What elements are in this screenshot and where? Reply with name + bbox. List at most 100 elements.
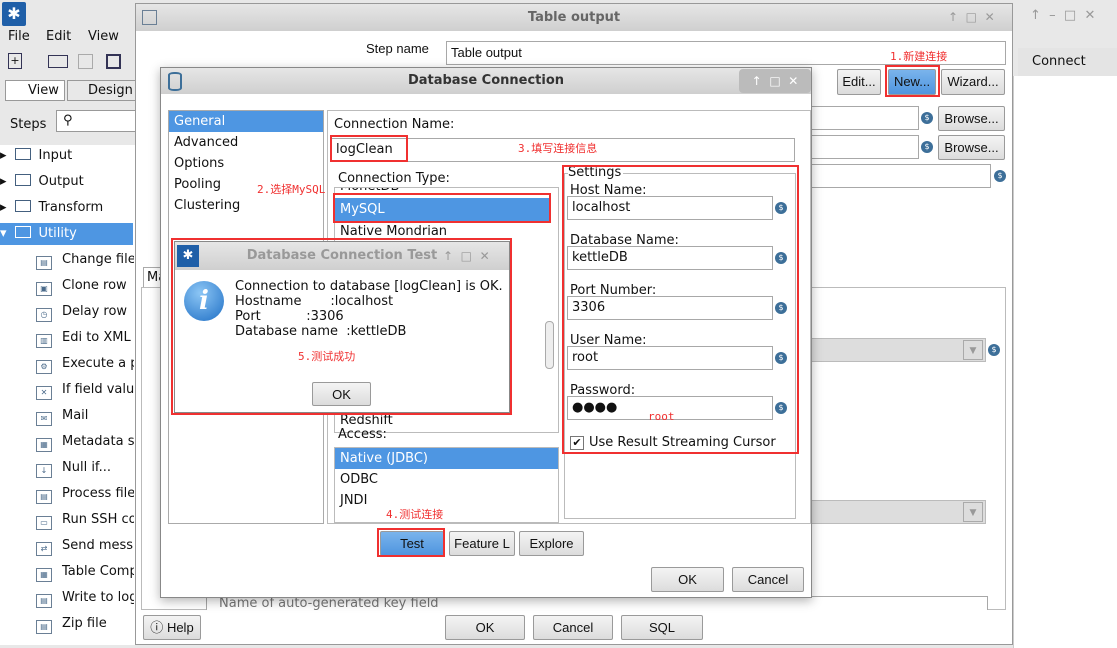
utility-step-item[interactable]: ▤ Write to log bbox=[36, 587, 134, 609]
variable-icon[interactable]: $ bbox=[988, 344, 1000, 356]
ok-button[interactable]: OK bbox=[445, 615, 525, 640]
utility-step-item[interactable]: ⇄ Send mess bbox=[36, 535, 134, 557]
access-item[interactable]: Native (JDBC) bbox=[335, 448, 558, 469]
folder-icon bbox=[14, 174, 31, 186]
connection-type-scrollbar[interactable] bbox=[545, 321, 554, 369]
tab-connect[interactable]: Connect bbox=[1018, 48, 1117, 76]
step-icon: ▦ bbox=[36, 568, 52, 582]
explorer-icon[interactable] bbox=[78, 54, 93, 69]
utility-step-item[interactable]: ▤ Zip file bbox=[36, 613, 134, 635]
commit-size-input[interactable] bbox=[786, 164, 991, 188]
step-label: Process file bbox=[62, 486, 134, 501]
annotation-fill-info: 3.填写连接信息 bbox=[518, 142, 598, 155]
utility-step-item[interactable]: ◷ Delay row bbox=[36, 301, 134, 323]
partition-field-select[interactable]: ▼ bbox=[808, 338, 986, 362]
window-controls[interactable]: ↑ □ ✕ bbox=[739, 69, 811, 93]
step-label: If field valu bbox=[62, 382, 134, 397]
feature-list-button[interactable]: Feature L bbox=[449, 531, 515, 556]
tree-input[interactable]: ▸ Input bbox=[0, 145, 133, 167]
browse-table-button[interactable]: Browse... bbox=[938, 135, 1005, 160]
ok-button[interactable]: OK bbox=[651, 567, 724, 592]
access-label: Access: bbox=[338, 427, 387, 442]
database-icon bbox=[168, 72, 182, 91]
key-field-input[interactable]: Name of auto-generated key field bbox=[206, 596, 988, 610]
utility-step-item[interactable]: ▤ Change file bbox=[36, 249, 134, 271]
connection-type-label: Connection Type: bbox=[338, 171, 450, 186]
wizard-button[interactable]: Wizard... bbox=[941, 69, 1005, 95]
menu-edit[interactable]: Edit bbox=[46, 29, 71, 44]
browse-schema-button[interactable]: Browse... bbox=[938, 106, 1005, 131]
step-icon: ✕ bbox=[36, 386, 52, 400]
step-icon: ↓ bbox=[36, 464, 52, 478]
steps-search-input[interactable]: ⚲ bbox=[56, 110, 136, 132]
save-icon[interactable] bbox=[106, 54, 121, 69]
right-canvas bbox=[1013, 76, 1117, 648]
utility-step-item[interactable]: ↓ Null if... bbox=[36, 457, 134, 479]
menu-view[interactable]: View bbox=[88, 29, 119, 44]
app-logo: ✱ bbox=[2, 2, 26, 26]
nav-item[interactable]: Clustering bbox=[169, 195, 323, 216]
utility-step-item[interactable]: ▦ Metadata s bbox=[36, 431, 134, 453]
variable-icon[interactable]: $ bbox=[921, 141, 933, 153]
step-icon: ◷ bbox=[36, 308, 52, 322]
utility-step-item[interactable]: ▭ Run SSH co bbox=[36, 509, 134, 531]
right-window-controls: ↑ – □ ✕ bbox=[1030, 8, 1096, 23]
step-label: Null if... bbox=[62, 460, 111, 475]
explore-button[interactable]: Explore bbox=[519, 531, 584, 556]
utility-step-item[interactable]: ✕ If field valu bbox=[36, 379, 134, 401]
access-list[interactable]: Native (JDBC) ODBC JNDI bbox=[334, 447, 559, 523]
nav-item[interactable]: Options bbox=[169, 153, 323, 174]
annotation-new: 1.新建连接 bbox=[890, 50, 948, 63]
step-name-label: Step name bbox=[366, 41, 429, 56]
tree-utility[interactable]: ▾ Utility bbox=[0, 223, 133, 245]
new-file-icon[interactable]: + bbox=[8, 53, 22, 69]
step-label: Delay row bbox=[62, 304, 128, 319]
step-icon: ⚙ bbox=[36, 360, 52, 374]
help-icon: ⓘ bbox=[150, 620, 164, 635]
tree-label: Input bbox=[38, 148, 73, 163]
variable-icon[interactable]: $ bbox=[994, 170, 1006, 182]
step-label: Send mess bbox=[62, 538, 134, 553]
utility-step-item[interactable]: ▤ Process file bbox=[36, 483, 134, 505]
table-name-field-select[interactable]: ▼ bbox=[808, 500, 986, 524]
step-icon: ▭ bbox=[36, 516, 52, 530]
menu-bar: File Edit View bbox=[0, 28, 135, 48]
tab-design[interactable]: Design bbox=[67, 80, 137, 101]
step-icon: ✉ bbox=[36, 412, 52, 426]
step-icon: ▤ bbox=[36, 256, 52, 270]
folder-icon bbox=[14, 148, 31, 160]
tab-view[interactable]: View bbox=[5, 80, 65, 101]
annotation-box-test bbox=[377, 528, 445, 557]
nav-item[interactable]: Advanced bbox=[169, 132, 323, 153]
nav-item[interactable]: General bbox=[169, 111, 323, 132]
help-label: Help bbox=[166, 620, 194, 635]
tree-output[interactable]: ▸ Output bbox=[0, 171, 133, 193]
steps-tree: ▸ Input ▸ Output ▸ Transform ▾ Utility ▤ Chan… bbox=[0, 145, 135, 645]
sql-button[interactable]: SQL bbox=[621, 615, 703, 640]
annotation-box-mysql bbox=[333, 193, 551, 223]
edit-connection-button[interactable]: Edit... bbox=[837, 69, 881, 95]
access-item[interactable]: ODBC bbox=[335, 469, 558, 490]
help-button[interactable]: ⓘ Help bbox=[143, 615, 201, 640]
annotation-box-new bbox=[885, 65, 940, 97]
annotation-box-conn-name bbox=[330, 135, 408, 162]
utility-step-item[interactable]: ✉ Mail bbox=[36, 405, 134, 427]
access-item[interactable]: JNDI bbox=[335, 490, 558, 511]
utility-step-item[interactable]: ⚙ Execute a p bbox=[36, 353, 134, 375]
step-label: Mail bbox=[62, 408, 89, 423]
utility-step-item[interactable]: ▣ Clone row bbox=[36, 275, 134, 297]
window-controls[interactable]: ↑ □ ✕ bbox=[948, 10, 995, 24]
menu-file[interactable]: File bbox=[8, 29, 30, 44]
utility-step-item[interactable]: ▥ Edi to XML bbox=[36, 327, 134, 349]
cancel-button[interactable]: Cancel bbox=[533, 615, 613, 640]
annotation-password: root bbox=[648, 410, 675, 423]
cancel-button[interactable]: Cancel bbox=[732, 567, 804, 592]
annotation-box-settings bbox=[562, 165, 799, 454]
step-icon: ▥ bbox=[36, 334, 52, 348]
utility-step-item[interactable]: ▦ Table Comp bbox=[36, 561, 134, 583]
open-file-icon[interactable] bbox=[48, 55, 68, 68]
step-icon: ▦ bbox=[36, 438, 52, 452]
tree-transform[interactable]: ▸ Transform bbox=[0, 197, 133, 219]
tree-label: Transform bbox=[38, 200, 104, 215]
variable-icon[interactable]: $ bbox=[921, 112, 933, 124]
